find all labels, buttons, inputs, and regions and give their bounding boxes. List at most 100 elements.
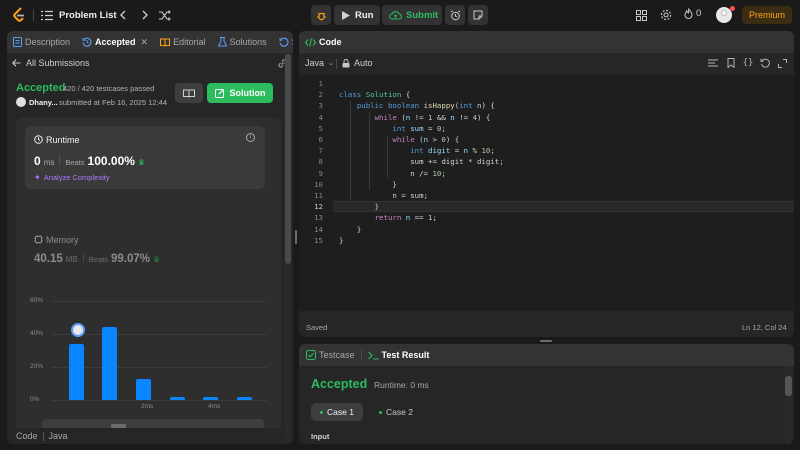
logo-divider bbox=[33, 9, 34, 21]
lock-icon bbox=[342, 58, 350, 67]
y-tick-label: 0% bbox=[30, 396, 40, 403]
format-icon[interactable] bbox=[707, 57, 719, 69]
case-2-button[interactable]: Case 2 bbox=[370, 403, 422, 421]
y-tick-label: 40% bbox=[30, 330, 44, 337]
memory-section[interactable]: Memory 40.15 MB Beats 99.07% ♛ bbox=[34, 234, 264, 274]
reset-icon[interactable] bbox=[759, 57, 771, 69]
code-line: while (n > 0) { bbox=[392, 135, 460, 145]
analyze-label: Analyze Complexity bbox=[43, 173, 110, 182]
line-number-gutter: 1 2 3 4 5 6 7 8 9 10 11 12 13 14 15 bbox=[299, 78, 323, 246]
chip-icon bbox=[34, 235, 43, 244]
chart-bar[interactable] bbox=[237, 396, 252, 400]
flask-icon bbox=[217, 37, 227, 47]
solution-button[interactable]: Solution bbox=[207, 83, 273, 103]
leetcode-logo[interactable] bbox=[11, 7, 27, 23]
beats-label: Beats bbox=[65, 158, 85, 167]
tab-accepted[interactable]: Accepted ✕ bbox=[76, 31, 154, 53]
braces-icon[interactable]: {} bbox=[742, 57, 754, 69]
code-panel: Code Java ⌄ Auto {} 1 2 3 4 5 6 7 8 9 10 11 12 13 14 1… bbox=[299, 31, 794, 337]
info-icon[interactable]: i bbox=[246, 133, 255, 142]
memory-unit: MB bbox=[65, 255, 78, 264]
editorial-button[interactable] bbox=[175, 83, 203, 103]
code-icon bbox=[305, 37, 316, 47]
user-avatar[interactable] bbox=[16, 97, 26, 107]
language-label: Java bbox=[305, 58, 325, 68]
tab-description-label: Description bbox=[25, 37, 71, 47]
tab-solutions[interactable]: Solutions bbox=[212, 31, 273, 53]
close-tab-icon[interactable]: ✕ bbox=[141, 37, 149, 48]
top-bar: Problem List Run Submit 0 Premium bbox=[0, 0, 800, 30]
premium-button[interactable]: Premium bbox=[742, 6, 792, 24]
line-number: 4 bbox=[318, 112, 323, 122]
streak-counter[interactable]: 0 bbox=[684, 8, 701, 19]
code-line: int digit = n % 10; bbox=[410, 146, 495, 156]
left-scrollbar[interactable] bbox=[285, 54, 291, 442]
tab-submissions[interactable]: S bbox=[273, 31, 293, 53]
divider bbox=[42, 431, 44, 441]
result-status: Accepted bbox=[311, 377, 368, 391]
history-icon bbox=[82, 37, 92, 47]
note-icon[interactable] bbox=[468, 5, 488, 25]
line-number: 6 bbox=[318, 135, 323, 145]
tab-testcase[interactable]: Testcase bbox=[299, 344, 361, 366]
analyze-complexity-link[interactable]: ✦ Analyze Complexity bbox=[34, 173, 110, 182]
solution-label: Solution bbox=[229, 88, 266, 98]
vertical-resize-handle[interactable] bbox=[295, 230, 297, 244]
chart-bar[interactable] bbox=[170, 396, 185, 400]
chart-bar[interactable] bbox=[69, 343, 84, 400]
footer-lang-label[interactable]: Java bbox=[49, 431, 68, 441]
line-number: 15 bbox=[314, 235, 323, 245]
line-number: 13 bbox=[314, 213, 323, 223]
runtime-card[interactable]: Runtime i 0 ms Beats 100.00% ♛ ✦ Analyze… bbox=[25, 126, 265, 189]
gear-icon[interactable] bbox=[659, 8, 673, 22]
run-button[interactable]: Run bbox=[334, 5, 380, 25]
tab-code[interactable]: Code bbox=[299, 31, 348, 53]
panel-footer: Code Java bbox=[7, 428, 293, 444]
submission-panel: Description Accepted ✕ Editorial Solutio… bbox=[7, 31, 293, 444]
tab-description[interactable]: Description bbox=[7, 31, 76, 53]
footer-code-label[interactable]: Code bbox=[16, 431, 38, 441]
all-submissions-link[interactable]: All Submissions bbox=[26, 58, 90, 68]
case-1-button[interactable]: Case 1 bbox=[311, 403, 363, 421]
tab-test-result[interactable]: Test Result bbox=[362, 344, 436, 366]
alarm-clock-icon[interactable] bbox=[445, 5, 465, 25]
auto-mode[interactable]: Auto bbox=[342, 58, 373, 68]
run-label: Run bbox=[355, 9, 374, 21]
problem-list-link[interactable]: Problem List bbox=[59, 10, 117, 21]
chart-bar[interactable] bbox=[136, 378, 151, 400]
line-number: 12 bbox=[314, 202, 323, 212]
language-select[interactable]: Java ⌄ bbox=[305, 58, 334, 68]
submit-button[interactable]: Submit bbox=[382, 5, 442, 25]
tab-editorial[interactable]: Editorial bbox=[154, 31, 212, 53]
chevron-right-icon[interactable] bbox=[138, 8, 152, 22]
code-editor[interactable]: 1 2 3 4 5 6 7 8 9 10 11 12 13 14 15 class Solution { p… bbox=[299, 75, 794, 311]
line-number: 14 bbox=[314, 224, 323, 234]
gridline bbox=[52, 400, 267, 401]
tab-accepted-label: Accepted bbox=[95, 37, 136, 47]
result-scrollbar[interactable] bbox=[785, 366, 792, 444]
chart-bar[interactable] bbox=[203, 396, 218, 400]
horizontal-resize-handle[interactable] bbox=[540, 340, 552, 342]
book-icon bbox=[160, 38, 171, 47]
cloud-upload-icon bbox=[389, 11, 402, 20]
username[interactable]: Dhany... bbox=[29, 98, 58, 107]
layout-grid-icon[interactable] bbox=[634, 8, 648, 22]
code-line: sum += digit * digit; bbox=[410, 157, 504, 167]
result-runtime: Runtime: 0 ms bbox=[374, 380, 429, 390]
divider bbox=[336, 59, 337, 69]
shuffle-icon[interactable] bbox=[158, 8, 172, 22]
testcases-passed: 420 / 420 testcases passed bbox=[63, 84, 155, 93]
chevron-left-icon[interactable] bbox=[116, 8, 130, 22]
memory-number: 40.15 bbox=[34, 253, 63, 265]
chart-bar[interactable] bbox=[102, 327, 117, 400]
runtime-title: Runtime bbox=[46, 135, 80, 145]
maximize-icon[interactable] bbox=[776, 57, 788, 69]
line-number: 1 bbox=[318, 79, 323, 88]
list-icon[interactable] bbox=[40, 8, 54, 22]
your-position-avatar[interactable] bbox=[71, 323, 85, 337]
memory-beats: 99.07% bbox=[110, 253, 150, 265]
arrow-left-icon[interactable] bbox=[11, 58, 21, 68]
bookmark-icon[interactable] bbox=[725, 57, 737, 69]
debug-button[interactable] bbox=[311, 5, 331, 25]
